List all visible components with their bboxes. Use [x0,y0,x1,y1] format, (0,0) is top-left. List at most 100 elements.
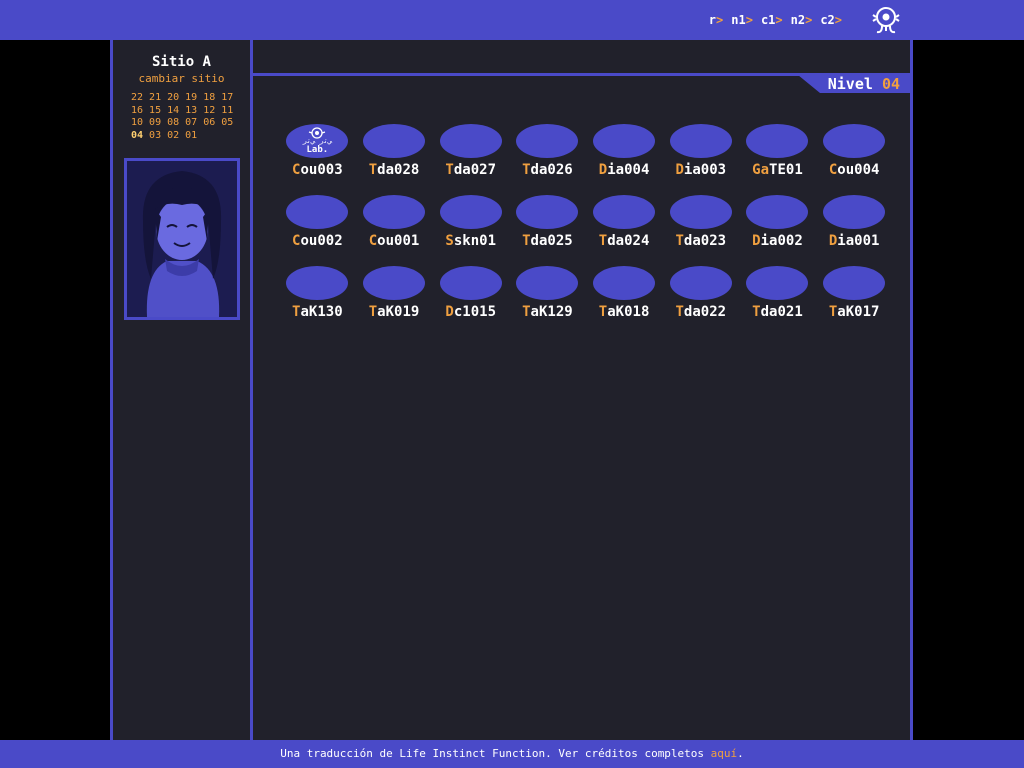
node-oval[interactable] [516,195,579,229]
node-oval[interactable] [286,266,349,300]
level-link-15[interactable]: 15 [149,105,161,116]
node-dia003[interactable]: Dia003 [662,124,739,178]
node-oval[interactable] [439,266,502,300]
node-dia002[interactable]: Dia002 [739,195,816,249]
level-link-13[interactable]: 13 [185,105,197,116]
node-label[interactable]: Dia003 [675,162,726,178]
node-label[interactable]: TaK019 [369,304,420,320]
node-label[interactable]: Dia002 [752,233,803,249]
node-gate01[interactable]: GaTE01 [739,124,816,178]
node-label[interactable]: Dc1015 [445,304,496,320]
node-tak017[interactable]: TaK017 [816,266,893,320]
node-tda024[interactable]: Tda024 [586,195,663,249]
node-tak018[interactable]: TaK018 [586,266,663,320]
node-label[interactable]: Tda027 [445,162,496,178]
node-oval[interactable] [363,124,426,158]
change-site-link[interactable]: cambiar sitio [113,72,250,85]
node-tak130[interactable]: TaK130 [279,266,356,320]
level-link-10[interactable]: 10 [131,117,143,128]
node-label[interactable]: TaK130 [292,304,343,320]
node-tak129[interactable]: TaK129 [509,266,586,320]
node-tda026[interactable]: Tda026 [509,124,586,178]
level-link-03[interactable]: 03 [149,130,161,141]
node-oval[interactable] [439,124,502,158]
node-tda021[interactable]: Tda021 [739,266,816,320]
node-oval[interactable] [286,195,349,229]
breadcrumb-item-c2[interactable]: c2> [820,13,842,27]
node-label[interactable]: Cou003 [292,162,343,178]
credits-link[interactable]: aquí [711,747,738,760]
node-oval[interactable] [823,195,886,229]
node-label[interactable]: Cou001 [369,233,420,249]
node-tda025[interactable]: Tda025 [509,195,586,249]
node-label[interactable]: Tda026 [522,162,573,178]
node-oval[interactable]: ﻲﺗﺭ ﻲﺗﺭ Lab. [286,124,349,158]
node-oval[interactable] [363,195,426,229]
level-link-18[interactable]: 18 [203,92,215,103]
node-label[interactable]: Cou002 [292,233,343,249]
node-oval[interactable] [746,124,809,158]
node-oval[interactable] [516,124,579,158]
node-oval[interactable] [593,266,656,300]
node-tda027[interactable]: Tda027 [432,124,509,178]
breadcrumb-item-r[interactable]: r> [709,13,723,27]
level-link-07[interactable]: 07 [185,117,197,128]
node-oval[interactable] [823,266,886,300]
breadcrumb-item-n1[interactable]: n1> [731,13,753,27]
node-oval[interactable] [669,266,732,300]
level-link-08[interactable]: 08 [167,117,179,128]
node-label[interactable]: Tda024 [599,233,650,249]
breadcrumb-item-n2[interactable]: n2> [791,13,813,27]
level-link-11[interactable]: 11 [221,105,233,116]
node-label[interactable]: GaTE01 [752,162,803,178]
level-link-01[interactable]: 01 [185,130,197,141]
node-label[interactable]: Tda028 [369,162,420,178]
node-oval[interactable] [669,195,732,229]
level-link-22[interactable]: 22 [131,92,143,103]
node-oval[interactable] [439,195,502,229]
node-oval[interactable] [593,124,656,158]
node-oval[interactable] [516,266,579,300]
level-link-20[interactable]: 20 [167,92,179,103]
node-cou001[interactable]: Cou001 [356,195,433,249]
node-tda028[interactable]: Tda028 [356,124,433,178]
node-oval[interactable] [669,124,732,158]
level-link-09[interactable]: 09 [149,117,161,128]
node-dc1015[interactable]: Dc1015 [432,266,509,320]
level-link-04[interactable]: 04 [131,130,143,141]
node-label[interactable]: Dia004 [599,162,650,178]
node-label[interactable]: Cou004 [829,162,880,178]
node-oval[interactable] [746,195,809,229]
node-label[interactable]: Dia001 [829,233,880,249]
node-label[interactable]: Tda022 [675,304,726,320]
node-cou003[interactable]: ﻲﺗﺭ ﻲﺗﺭ Lab. Cou003 [279,124,356,178]
level-link-12[interactable]: 12 [203,105,215,116]
node-tda022[interactable]: Tda022 [662,266,739,320]
node-label[interactable]: Sskn01 [445,233,496,249]
node-tda023[interactable]: Tda023 [662,195,739,249]
node-label[interactable]: TaK017 [829,304,880,320]
node-oval[interactable] [593,195,656,229]
level-link-16[interactable]: 16 [131,105,143,116]
level-link-06[interactable]: 06 [203,117,215,128]
level-link-17[interactable]: 17 [221,92,233,103]
node-oval[interactable] [363,266,426,300]
level-link-14[interactable]: 14 [167,105,179,116]
level-link-02[interactable]: 02 [167,130,179,141]
level-link-05[interactable]: 05 [221,117,233,128]
level-link-19[interactable]: 19 [185,92,197,103]
level-link-21[interactable]: 21 [149,92,161,103]
node-cou002[interactable]: Cou002 [279,195,356,249]
node-label[interactable]: TaK018 [599,304,650,320]
node-label[interactable]: TaK129 [522,304,573,320]
node-sskn01[interactable]: Sskn01 [432,195,509,249]
node-oval[interactable] [823,124,886,158]
node-dia004[interactable]: Dia004 [586,124,663,178]
node-label[interactable]: Tda023 [675,233,726,249]
node-cou004[interactable]: Cou004 [816,124,893,178]
lain-logo-icon[interactable] [870,4,902,36]
node-label[interactable]: Tda025 [522,233,573,249]
node-label[interactable]: Tda021 [752,304,803,320]
node-tak019[interactable]: TaK019 [356,266,433,320]
node-dia001[interactable]: Dia001 [816,195,893,249]
